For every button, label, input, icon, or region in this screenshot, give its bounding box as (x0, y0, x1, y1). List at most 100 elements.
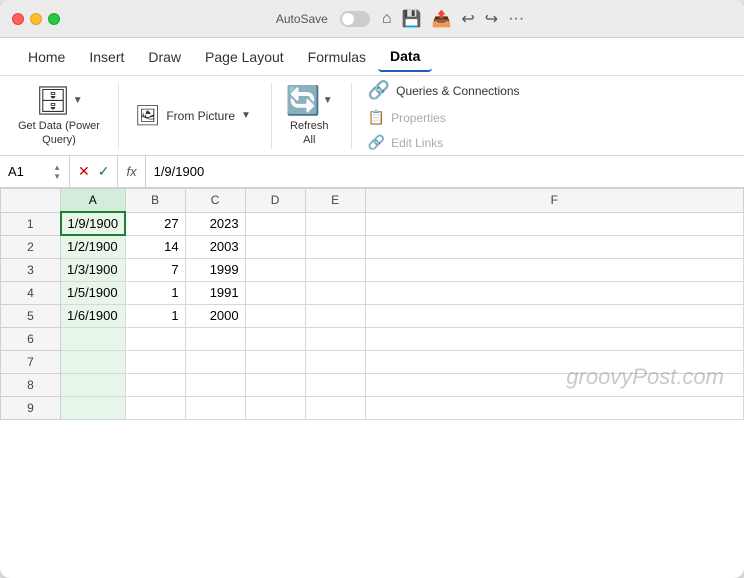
stepper-down-icon[interactable]: ▼ (53, 172, 61, 181)
row-header-4[interactable]: 4 (1, 281, 61, 304)
formula-value: 1/9/1900 (154, 164, 205, 179)
formula-input[interactable]: 1/9/1900 (146, 164, 744, 179)
cell[interactable] (305, 235, 365, 258)
minimize-button[interactable] (30, 13, 42, 25)
autosave-toggle[interactable] (340, 11, 370, 27)
cell[interactable] (305, 350, 365, 373)
cell[interactable] (185, 396, 245, 419)
table-row: 11/9/1900272023 (1, 212, 744, 235)
home-icon[interactable]: ⌂ (382, 10, 392, 28)
properties-button[interactable]: 📋 Properties (360, 106, 528, 129)
menu-draw[interactable]: Draw (136, 43, 193, 71)
row-header-3[interactable]: 3 (1, 258, 61, 281)
cell[interactable] (185, 327, 245, 350)
cell[interactable] (305, 304, 365, 327)
cell[interactable] (365, 373, 743, 396)
col-header-F[interactable]: F (365, 189, 743, 213)
redo-icon[interactable]: ↪ (485, 9, 498, 29)
menu-home[interactable]: Home (16, 43, 77, 71)
cell[interactable]: 1/5/1900 (61, 281, 126, 304)
cell[interactable] (305, 327, 365, 350)
cell[interactable]: 1999 (185, 258, 245, 281)
cell[interactable] (61, 350, 126, 373)
cell[interactable] (365, 212, 743, 235)
cell[interactable] (245, 350, 305, 373)
cell[interactable] (365, 235, 743, 258)
stepper-up-icon[interactable]: ▲ (53, 163, 61, 172)
cell[interactable] (125, 327, 185, 350)
cell[interactable]: 2000 (185, 304, 245, 327)
cell[interactable] (305, 396, 365, 419)
cell[interactable] (125, 396, 185, 419)
cell[interactable] (365, 396, 743, 419)
save-as-icon[interactable]: 📤 (431, 9, 451, 29)
from-picture-button[interactable]: 🖼 From Picture ▼ (127, 100, 259, 131)
cell[interactable] (305, 258, 365, 281)
cell[interactable] (365, 281, 743, 304)
cell[interactable] (365, 350, 743, 373)
cell[interactable]: 2023 (185, 212, 245, 235)
row-header-2[interactable]: 2 (1, 235, 61, 258)
row-header-6[interactable]: 6 (1, 327, 61, 350)
maximize-button[interactable] (48, 13, 60, 25)
menu-formulas[interactable]: Formulas (296, 43, 378, 71)
get-data-button[interactable]: 🗄 ▼ Get Data (PowerQuery) (12, 80, 106, 152)
col-header-B[interactable]: B (125, 189, 185, 213)
cell-ref-stepper[interactable]: ▲ ▼ (53, 163, 61, 181)
cell[interactable] (305, 212, 365, 235)
row-header-1[interactable]: 1 (1, 212, 61, 235)
cell[interactable] (245, 327, 305, 350)
cell[interactable] (245, 258, 305, 281)
cell[interactable] (245, 373, 305, 396)
cell[interactable] (245, 235, 305, 258)
col-header-C[interactable]: C (185, 189, 245, 213)
cell[interactable] (185, 350, 245, 373)
cell[interactable]: 27 (125, 212, 185, 235)
cell[interactable]: 1/9/1900 (61, 212, 126, 235)
cell[interactable] (125, 373, 185, 396)
row-header-9[interactable]: 9 (1, 396, 61, 419)
cell[interactable]: 1 (125, 281, 185, 304)
cell[interactable] (185, 373, 245, 396)
cell[interactable] (245, 396, 305, 419)
cell-reference-box[interactable]: A1 ▲ ▼ (0, 156, 70, 187)
cell[interactable]: 1/6/1900 (61, 304, 126, 327)
cell[interactable] (245, 304, 305, 327)
cell[interactable] (61, 396, 126, 419)
cell[interactable]: 7 (125, 258, 185, 281)
col-header-A[interactable]: A (61, 189, 126, 213)
save-icon[interactable]: 💾 (402, 9, 422, 29)
menu-insert[interactable]: Insert (77, 43, 136, 71)
cell[interactable]: 1 (125, 304, 185, 327)
cell[interactable] (61, 327, 126, 350)
col-header-E[interactable]: E (305, 189, 365, 213)
refresh-all-button[interactable]: 🔄 ▼ RefreshAll (280, 80, 339, 152)
cell[interactable] (365, 258, 743, 281)
menu-data[interactable]: Data (378, 42, 432, 72)
cell[interactable] (245, 212, 305, 235)
more-icon[interactable]: ··· (508, 10, 524, 28)
row-header-5[interactable]: 5 (1, 304, 61, 327)
cell[interactable] (365, 304, 743, 327)
menu-page-layout[interactable]: Page Layout (193, 43, 296, 71)
cell[interactable]: 1/2/1900 (61, 235, 126, 258)
cell[interactable] (365, 327, 743, 350)
cell[interactable] (61, 373, 126, 396)
cell[interactable] (305, 373, 365, 396)
queries-connections-button[interactable]: 🔗 Queries & Connections (360, 77, 528, 104)
col-header-D[interactable]: D (245, 189, 305, 213)
cell[interactable] (125, 350, 185, 373)
cancel-formula-icon[interactable]: ✕ (78, 163, 90, 180)
cell[interactable]: 1/3/1900 (61, 258, 126, 281)
confirm-formula-icon[interactable]: ✓ (98, 163, 110, 180)
edit-links-button[interactable]: 🔗 Edit Links (360, 131, 528, 154)
undo-icon[interactable]: ↩ (461, 9, 474, 29)
cell[interactable] (245, 281, 305, 304)
close-button[interactable] (12, 13, 24, 25)
cell[interactable]: 14 (125, 235, 185, 258)
cell[interactable]: 1991 (185, 281, 245, 304)
row-header-7[interactable]: 7 (1, 350, 61, 373)
cell[interactable] (305, 281, 365, 304)
row-header-8[interactable]: 8 (1, 373, 61, 396)
cell[interactable]: 2003 (185, 235, 245, 258)
